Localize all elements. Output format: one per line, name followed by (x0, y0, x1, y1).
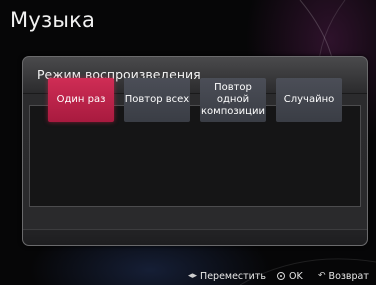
option-repeat-one-button[interactable]: Повтор одной композиции (200, 78, 266, 122)
app-title: Музыка (10, 8, 96, 32)
dialog-footer-bar (23, 229, 367, 245)
hint-move: ◂▸ Переместить (188, 269, 266, 283)
option-repeat-all-button[interactable]: Повтор всех (124, 78, 190, 122)
left-right-arrows-icon: ◂▸ (188, 271, 198, 281)
option-label: Повтор одной композиции (201, 82, 265, 117)
option-label: Один раз (56, 94, 106, 105)
music-screen: Музыка Режим воспроизведения Один раз По… (0, 0, 376, 285)
hint-back: ↶ Возврат (318, 269, 369, 283)
option-shuffle-button[interactable]: Случайно (276, 78, 342, 122)
option-label: Случайно (283, 94, 335, 105)
hint-ok-label: OK (289, 270, 303, 282)
return-arrow-icon: ↶ (318, 271, 326, 281)
ok-button-icon (277, 272, 285, 280)
option-once-button[interactable]: Один раз (48, 78, 114, 122)
hint-move-label: Переместить (200, 270, 266, 282)
hint-ok: OK (277, 269, 303, 283)
option-label: Повтор всех (124, 94, 190, 105)
hint-back-label: Возврат (328, 270, 369, 282)
